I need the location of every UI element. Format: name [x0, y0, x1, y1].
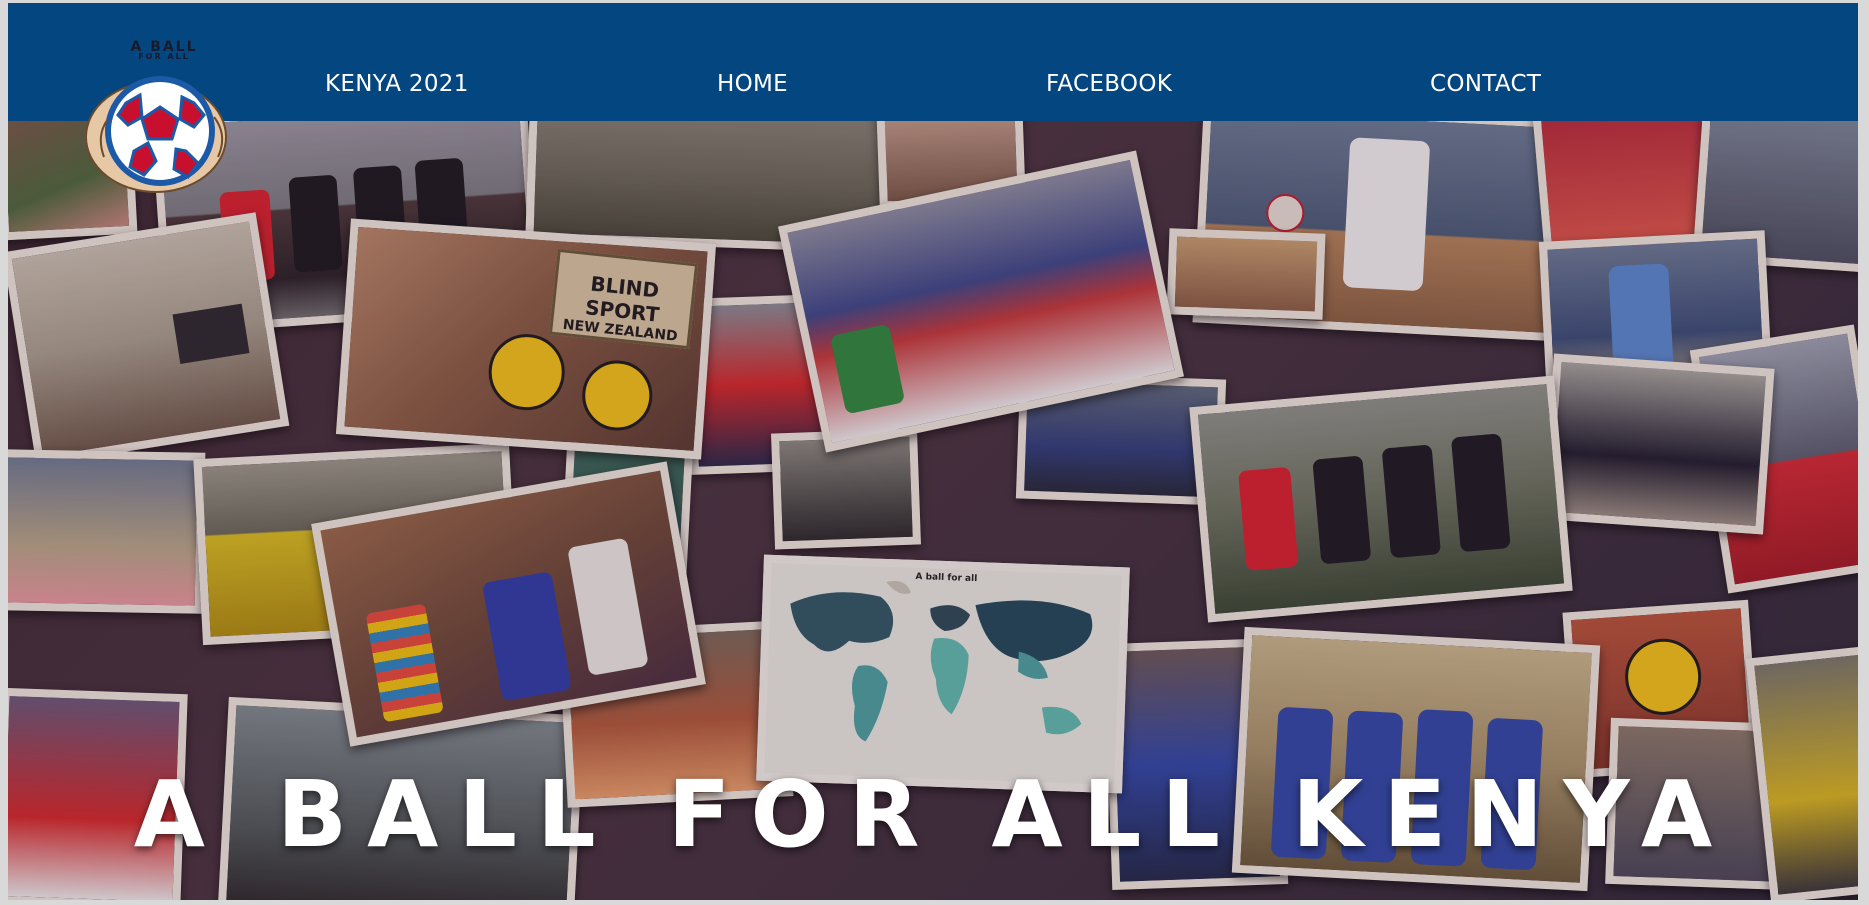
collage-photo [8, 449, 206, 614]
nav-link-contact[interactable]: CONTACT [1430, 71, 1541, 97]
top-navbar: KENYA 2021 HOME FACEBOOK CONTACT [8, 3, 1858, 121]
soccer-ball-icon [86, 76, 227, 193]
collage-photo [1166, 228, 1326, 320]
world-map-photo: A ball for all [756, 554, 1130, 794]
blind-sport-sign: BLIND SPORT NEW ZEALAND [548, 248, 699, 350]
nav-link-home[interactable]: HOME [717, 71, 788, 97]
hero-title: A BALL FOR ALL KENYA [133, 761, 1733, 868]
nav-link-facebook[interactable]: FACEBOOK [1046, 71, 1172, 97]
collage-photo [1189, 375, 1573, 623]
nav-link-kenya-2021[interactable]: KENYA 2021 [325, 71, 469, 97]
site-logo[interactable]: A BALL FOR ALL [86, 39, 242, 195]
collage-photo [1542, 353, 1775, 535]
world-map-icon [790, 581, 1093, 742]
page-frame: KENYA 2021 HOME FACEBOOK CONTACT A BALL … [8, 3, 1858, 900]
collage-photo [8, 212, 290, 466]
photo-collage: BLIND SPORT NEW ZEALAND A ball for all A… [8, 121, 1858, 900]
